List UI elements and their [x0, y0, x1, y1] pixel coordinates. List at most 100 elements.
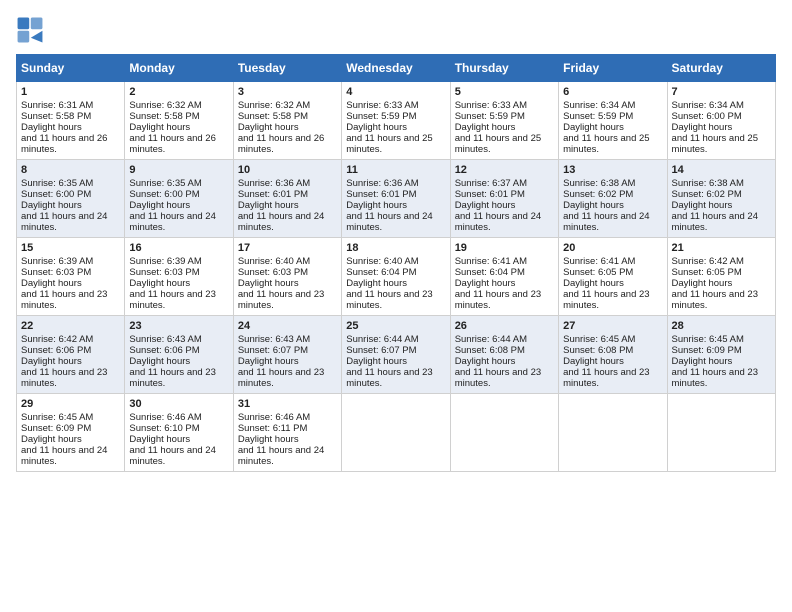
- daylight-label: Daylight hours: [346, 356, 407, 367]
- daylight-value: and 11 hours and 24 minutes.: [346, 211, 432, 233]
- calendar-cell: 27Sunrise: 6:45 AMSunset: 6:08 PMDayligh…: [559, 316, 667, 394]
- calendar-cell: [342, 394, 450, 472]
- sunrise: Sunrise: 6:39 AM: [129, 256, 201, 267]
- daylight-label: Daylight hours: [563, 278, 624, 289]
- daylight-value: and 11 hours and 23 minutes.: [129, 289, 215, 311]
- daylight-value: and 11 hours and 23 minutes.: [238, 367, 324, 389]
- calendar-table: SundayMondayTuesdayWednesdayThursdayFrid…: [16, 54, 776, 472]
- sunset: Sunset: 6:04 PM: [346, 267, 416, 278]
- sunrise: Sunrise: 6:38 AM: [563, 178, 635, 189]
- day-number: 12: [455, 164, 554, 176]
- sunset: Sunset: 5:59 PM: [563, 111, 633, 122]
- daylight-label: Daylight hours: [455, 278, 516, 289]
- sunset: Sunset: 6:02 PM: [563, 189, 633, 200]
- daylight-label: Daylight hours: [129, 122, 190, 133]
- day-number: 8: [21, 164, 120, 176]
- daylight-value: and 11 hours and 26 minutes.: [21, 133, 107, 155]
- day-number: 9: [129, 164, 228, 176]
- sunrise: Sunrise: 6:44 AM: [455, 334, 527, 345]
- daylight-label: Daylight hours: [129, 356, 190, 367]
- day-number: 4: [346, 86, 445, 98]
- sunset: Sunset: 6:05 PM: [672, 267, 742, 278]
- sunrise: Sunrise: 6:46 AM: [238, 412, 310, 423]
- calendar-cell: 29Sunrise: 6:45 AMSunset: 6:09 PMDayligh…: [17, 394, 125, 472]
- daylight-label: Daylight hours: [238, 200, 299, 211]
- sunrise: Sunrise: 6:39 AM: [21, 256, 93, 267]
- day-number: 29: [21, 398, 120, 410]
- daylight-value: and 11 hours and 23 minutes.: [346, 289, 432, 311]
- daylight-value: and 11 hours and 24 minutes.: [672, 211, 758, 233]
- day-number: 18: [346, 242, 445, 254]
- daylight-value: and 11 hours and 23 minutes.: [455, 289, 541, 311]
- calendar-cell: 16 Sunrise: 6:39 AMSunset: 6:03 PMDayligh…: [125, 238, 233, 316]
- sunset: Sunset: 6:08 PM: [563, 345, 633, 356]
- day-number: 28: [672, 320, 771, 332]
- calendar-cell: [559, 394, 667, 472]
- daylight-label: Daylight hours: [21, 356, 82, 367]
- sunrise: Sunrise: 6:32 AM: [129, 100, 201, 111]
- day-number: 25: [346, 320, 445, 332]
- sunset: Sunset: 6:03 PM: [129, 267, 199, 278]
- daylight-value: and 11 hours and 24 minutes.: [129, 211, 215, 233]
- calendar-cell: 19Sunrise: 6:41 AMSunset: 6:04 PMDayligh…: [450, 238, 558, 316]
- calendar-cell: 13Sunrise: 6:38 AMSunset: 6:02 PMDayligh…: [559, 160, 667, 238]
- sunrise: Sunrise: 6:38 AM: [672, 178, 744, 189]
- daylight-value: and 11 hours and 23 minutes.: [672, 289, 758, 311]
- day-number: 5: [455, 86, 554, 98]
- day-number: 30: [129, 398, 228, 410]
- daylight-label: Daylight hours: [563, 200, 624, 211]
- calendar-cell: 5Sunrise: 6:33 AMSunset: 5:59 PMDaylight…: [450, 82, 558, 160]
- col-header-wednesday: Wednesday: [342, 55, 450, 82]
- calendar-cell: 7Sunrise: 6:34 AMSunset: 6:00 PMDaylight…: [667, 82, 775, 160]
- daylight-value: and 11 hours and 26 minutes.: [129, 133, 215, 155]
- day-number: 7: [672, 86, 771, 98]
- daylight-value: and 11 hours and 23 minutes.: [21, 289, 107, 311]
- day-number: 16: [129, 242, 228, 254]
- sunset: Sunset: 6:06 PM: [129, 345, 199, 356]
- day-number: 24: [238, 320, 337, 332]
- calendar-cell: 22Sunrise: 6:42 AMSunset: 6:06 PMDayligh…: [17, 316, 125, 394]
- sunrise: Sunrise: 6:31 AM: [21, 100, 93, 111]
- daylight-label: Daylight hours: [129, 278, 190, 289]
- page-header: [16, 16, 776, 44]
- daylight-label: Daylight hours: [238, 356, 299, 367]
- sunrise: Sunrise: 6:42 AM: [21, 334, 93, 345]
- sunrise: Sunrise: 6:32 AM: [238, 100, 310, 111]
- calendar-cell: 4Sunrise: 6:33 AMSunset: 5:59 PMDaylight…: [342, 82, 450, 160]
- calendar-cell: 17Sunrise: 6:40 AMSunset: 6:03 PMDayligh…: [233, 238, 341, 316]
- sunset: Sunset: 6:07 PM: [346, 345, 416, 356]
- daylight-label: Daylight hours: [672, 200, 733, 211]
- calendar-cell: 14Sunrise: 6:38 AMSunset: 6:02 PMDayligh…: [667, 160, 775, 238]
- calendar-cell: 9Sunrise: 6:35 AMSunset: 6:00 PMDaylight…: [125, 160, 233, 238]
- daylight-value: and 11 hours and 23 minutes.: [672, 367, 758, 389]
- daylight-label: Daylight hours: [346, 122, 407, 133]
- calendar-cell: 8Sunrise: 6:35 AMSunset: 6:00 PMDaylight…: [17, 160, 125, 238]
- calendar-cell: 31Sunrise: 6:46 AMSunset: 6:11 PMDayligh…: [233, 394, 341, 472]
- calendar-cell: 1Sunrise: 6:31 AMSunset: 5:58 PMDaylight…: [17, 82, 125, 160]
- sunrise: Sunrise: 6:35 AM: [21, 178, 93, 189]
- sunrise: Sunrise: 6:45 AM: [563, 334, 635, 345]
- daylight-value: and 11 hours and 23 minutes.: [238, 289, 324, 311]
- day-number: 22: [21, 320, 120, 332]
- daylight-label: Daylight hours: [129, 200, 190, 211]
- sunset: Sunset: 6:08 PM: [455, 345, 525, 356]
- sunset: Sunset: 6:00 PM: [672, 111, 742, 122]
- sunset: Sunset: 6:09 PM: [672, 345, 742, 356]
- day-number: 11: [346, 164, 445, 176]
- daylight-value: and 11 hours and 25 minutes.: [672, 133, 758, 155]
- day-number: 27: [563, 320, 662, 332]
- day-number: 6: [563, 86, 662, 98]
- calendar-cell: 11Sunrise: 6:36 AMSunset: 6:01 PMDayligh…: [342, 160, 450, 238]
- day-number: 10: [238, 164, 337, 176]
- sunset: Sunset: 5:58 PM: [129, 111, 199, 122]
- daylight-label: Daylight hours: [21, 200, 82, 211]
- day-number: 2: [129, 86, 228, 98]
- sunrise: Sunrise: 6:33 AM: [346, 100, 418, 111]
- sunrise: Sunrise: 6:45 AM: [21, 412, 93, 423]
- sunrise: Sunrise: 6:45 AM: [672, 334, 744, 345]
- col-header-saturday: Saturday: [667, 55, 775, 82]
- daylight-label: Daylight hours: [21, 278, 82, 289]
- daylight-label: Daylight hours: [346, 278, 407, 289]
- sunset: Sunset: 6:10 PM: [129, 423, 199, 434]
- sunrise: Sunrise: 6:35 AM: [129, 178, 201, 189]
